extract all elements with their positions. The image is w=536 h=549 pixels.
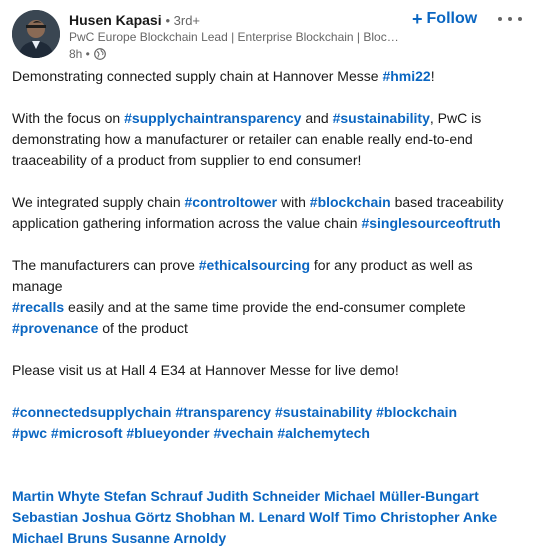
hashtag-link[interactable]: #controltower <box>185 194 278 210</box>
post-header: Husen Kapasi • 3rd+ PwC Europe Blockchai… <box>12 8 524 68</box>
hashtag-link[interactable]: #alchemytech <box>277 425 370 441</box>
linkedin-post: Husen Kapasi • 3rd+ PwC Europe Blockchai… <box>0 0 536 546</box>
text: easily and at the same time provide the … <box>64 299 466 315</box>
hashtag-link[interactable]: #blockchain <box>376 404 457 420</box>
mention-link[interactable]: Sebastian Joshua Görtz <box>12 509 171 525</box>
hashtag-line-2: #pwc #microsoft #blueyonder #vechain #al… <box>12 423 524 444</box>
hashtag-link[interactable]: #pwc <box>12 425 47 441</box>
mentions-line-3: Michael Bruns Susanne Arnoldy <box>12 528 524 549</box>
hashtag-line-1: #connectedsupplychain #transparency #sus… <box>12 402 524 423</box>
paragraph-4: The manufacturers can prove #ethicalsour… <box>12 255 524 339</box>
connection-degree: • 3rd+ <box>165 13 201 28</box>
text: with <box>277 194 310 210</box>
hashtag-link[interactable]: #hmi22 <box>382 68 430 84</box>
hashtag-link[interactable]: #singlesourceoftruth <box>361 215 500 231</box>
mention-link[interactable]: Michael Müller-Bungart <box>324 488 479 504</box>
hashtag-link[interactable]: #connectedsupplychain <box>12 404 171 420</box>
hashtag-link[interactable]: #vechain <box>214 425 274 441</box>
follow-button[interactable]: + Follow <box>412 8 477 30</box>
text: With the focus on <box>12 110 125 126</box>
text: and <box>301 110 333 126</box>
follow-label: Follow <box>426 10 478 27</box>
hashtag-link[interactable]: #supplychaintransparency <box>124 110 301 126</box>
mention-link[interactable]: Lenard Wolf <box>259 509 340 525</box>
text: The manufacturers can prove <box>12 257 199 273</box>
hashtag-link[interactable]: #transparency <box>175 404 271 420</box>
text: We integrated supply chain <box>12 194 185 210</box>
mentions-line-2: Sebastian Joshua Görtz Shobhan M. Lenard… <box>12 507 524 528</box>
mention-link[interactable]: Shobhan M. <box>175 509 254 525</box>
mentions-line-1: Martin Whyte Stefan Schrauf Judith Schne… <box>12 486 524 507</box>
mention-link[interactable]: Stefan Schrauf <box>104 488 203 504</box>
paragraph-1: Demonstrating connected supply chain at … <box>12 66 524 87</box>
more-icon <box>498 17 502 21</box>
paragraph-2: With the focus on #supplychaintransparen… <box>12 108 524 171</box>
hashtag-link[interactable]: #recalls <box>12 299 64 315</box>
post-body: Demonstrating connected supply chain at … <box>12 66 524 549</box>
hashtag-link[interactable]: #blueyonder <box>126 425 209 441</box>
mention-link[interactable]: Michael Bruns <box>12 530 108 546</box>
hashtag-link[interactable]: #microsoft <box>51 425 123 441</box>
actor-name[interactable]: Husen Kapasi <box>69 12 162 28</box>
paragraph-3: We integrated supply chain #controltower… <box>12 192 524 234</box>
actor-headline: PwC Europe Blockchain Lead | Enterprise … <box>69 30 399 44</box>
avatar[interactable] <box>12 10 60 58</box>
hashtag-link[interactable]: #ethicalsourcing <box>199 257 310 273</box>
more-options-button[interactable] <box>498 10 522 28</box>
hashtag-link[interactable]: #provenance <box>12 320 98 336</box>
mentions-list: Martin Whyte Stefan Schrauf Judith Schne… <box>12 486 524 549</box>
hashtag-list: #connectedsupplychain #transparency #sus… <box>12 402 524 444</box>
actor-name-row: Husen Kapasi • 3rd+ <box>69 11 200 30</box>
text: ! <box>430 68 435 84</box>
avatar-photo <box>12 10 60 58</box>
hashtag-link[interactable]: #sustainability <box>275 404 372 420</box>
text: Demonstrating connected supply chain at … <box>12 68 383 84</box>
hashtag-link[interactable]: #sustainability <box>333 110 430 126</box>
text: of the product <box>98 320 188 336</box>
paragraph-5: Please visit us at Hall 4 E34 at Hannove… <box>12 362 399 378</box>
hashtag-link[interactable]: #blockchain <box>310 194 391 210</box>
more-icon-dot <box>518 17 522 21</box>
mention-link[interactable]: Judith Schneider <box>206 488 320 504</box>
more-icon-dot <box>508 17 512 21</box>
globe-icon <box>93 48 106 60</box>
mention-link[interactable]: Susanne Arnoldy <box>112 530 227 546</box>
mention-link[interactable]: Timo Christopher Anke <box>343 509 497 525</box>
post-time: 8h • <box>69 47 90 61</box>
plus-icon: + <box>412 9 423 29</box>
post-meta: 8h • <box>69 46 106 62</box>
mention-link[interactable]: Martin Whyte <box>12 488 100 504</box>
